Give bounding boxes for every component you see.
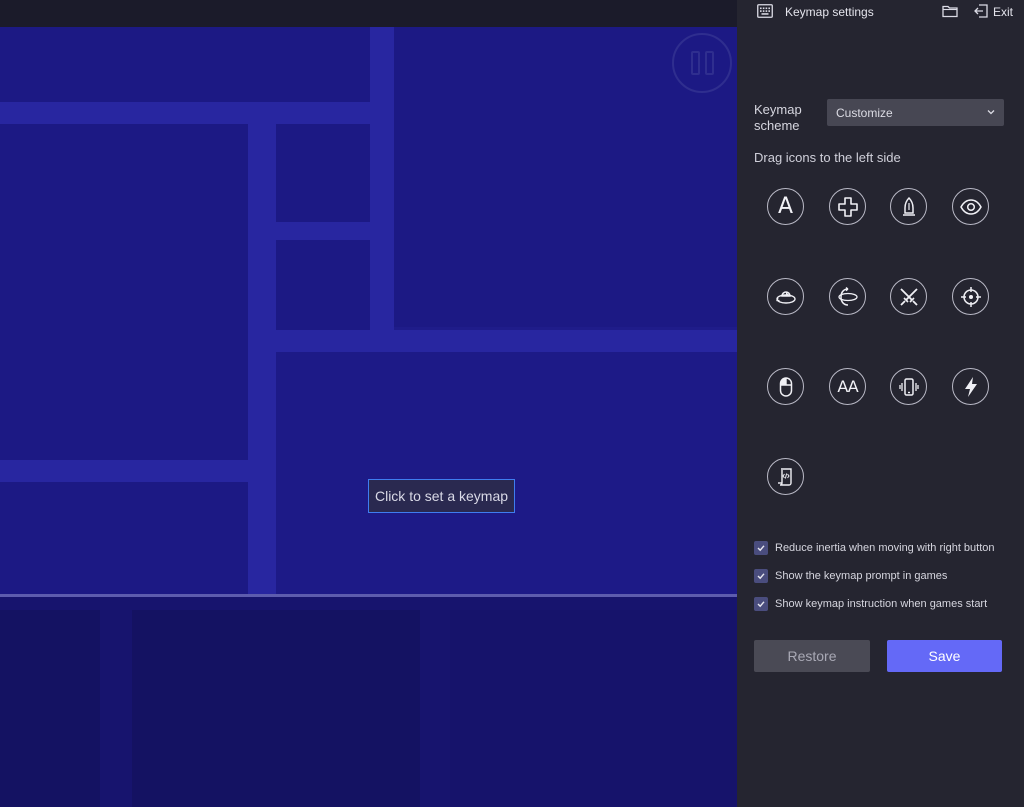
pause-bar	[704, 51, 714, 75]
map-block	[276, 240, 370, 330]
rotate-view-icon[interactable]	[767, 278, 804, 315]
keymap-scheme-select[interactable]: Customize	[827, 99, 1004, 126]
option-show-keymap-prompt[interactable]: Show the keymap prompt in games	[754, 569, 947, 583]
map-block	[0, 27, 370, 102]
map-road	[248, 27, 276, 597]
panel-title: Keymap settings	[785, 5, 874, 19]
pause-icon[interactable]	[672, 33, 732, 93]
tap-key-label: A	[777, 194, 794, 219]
checkbox[interactable]	[754, 541, 768, 555]
lightning-icon[interactable]	[952, 368, 989, 405]
script-macro-icon[interactable]	[767, 458, 804, 495]
checkbox[interactable]	[754, 597, 768, 611]
keymap-scheme-label: Keymap scheme	[754, 102, 802, 133]
keymap-settings-panel: Keymap settings Exit Keymap scheme Custo…	[737, 0, 1024, 807]
set-keymap-tip[interactable]: Click to set a keymap	[368, 479, 515, 513]
view-eye-icon[interactable]	[952, 188, 989, 225]
lower-map-area	[0, 596, 737, 807]
map-block	[276, 124, 370, 222]
option-reduce-inertia[interactable]: Reduce inertia when moving with right bu…	[754, 541, 995, 555]
option-label: Show keymap instruction when games start	[775, 598, 988, 610]
exit-icon[interactable]	[973, 4, 989, 18]
drag-hint: Drag icons to the left side	[754, 150, 901, 165]
panel-header: Keymap settings Exit	[737, 0, 1024, 24]
keymap-scheme-value: Customize	[836, 105, 893, 120]
checkmark-icon	[757, 573, 765, 580]
restore-button[interactable]: Restore	[754, 640, 870, 672]
map-road	[276, 222, 372, 240]
crosshair-aim-icon[interactable]	[952, 278, 989, 315]
checkbox[interactable]	[754, 569, 768, 583]
map-block	[132, 610, 420, 807]
exit-button[interactable]: Exit	[993, 5, 1013, 19]
swords-attack-icon[interactable]	[890, 278, 927, 315]
shake-phone-icon[interactable]	[890, 368, 927, 405]
option-label: Reduce inertia when moving with right bu…	[775, 542, 995, 554]
chevron-down-icon	[987, 110, 995, 115]
save-button[interactable]: Save	[887, 640, 1002, 672]
map-block	[450, 610, 737, 807]
free-look-icon[interactable]	[829, 278, 866, 315]
map-block	[0, 124, 248, 460]
checkmark-icon	[757, 545, 765, 552]
map-block	[276, 352, 737, 594]
folder-icon[interactable]	[942, 4, 958, 18]
mouse-icon[interactable]	[767, 368, 804, 405]
map-block	[0, 610, 100, 807]
map-divider	[0, 594, 737, 597]
map-road	[370, 27, 394, 352]
checkmark-icon	[757, 601, 765, 608]
option-label: Show the keymap prompt in games	[775, 570, 948, 582]
skill-cast-icon[interactable]	[890, 188, 927, 225]
repeat-tap-label: AA	[837, 377, 858, 396]
dpad-icon[interactable]	[829, 188, 866, 225]
map-road	[276, 330, 737, 352]
pause-bar	[690, 51, 700, 75]
game-viewport[interactable]: Click to set a keymap	[0, 0, 737, 807]
repeat-tap-icon[interactable]: AA	[829, 368, 866, 405]
game-topbar	[0, 0, 737, 27]
keyboard-icon	[757, 4, 773, 18]
option-show-instruction[interactable]: Show keymap instruction when games start	[754, 597, 987, 611]
map-block	[0, 482, 248, 594]
tap-key-icon[interactable]: A	[767, 188, 804, 225]
map-road	[0, 460, 276, 482]
